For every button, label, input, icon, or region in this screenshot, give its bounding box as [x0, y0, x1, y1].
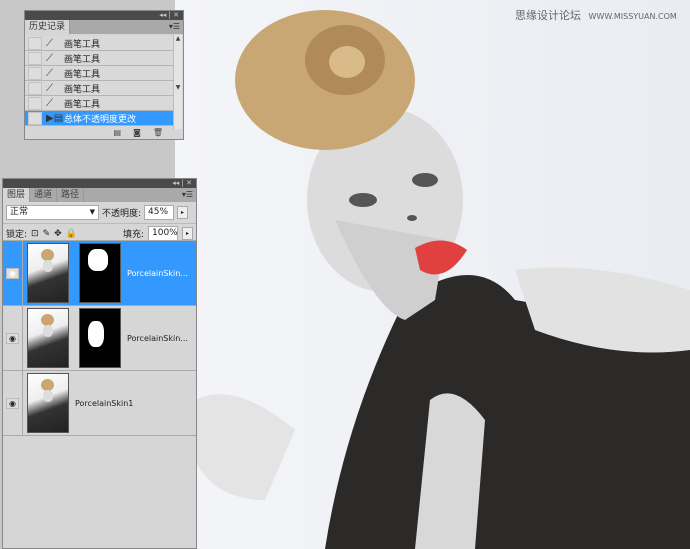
- lock-position-icon[interactable]: ✥: [54, 229, 62, 239]
- opacity-slider-button[interactable]: ▸: [177, 206, 189, 219]
- tab-layers[interactable]: 图层: [3, 188, 31, 202]
- history-panel: ◂◂ | ✕ 历史记录 ▾☰ ⟋ 画笔工具 ⟋ 画笔工具 ⟋ 画笔工具 ⟋ 画笔工具 ⟋ 画笔工具…: [24, 10, 184, 140]
- history-item[interactable]: ⟋ 画笔工具: [25, 81, 173, 96]
- opacity-label: 不透明度:: [102, 209, 142, 219]
- chevron-down-icon: ▼: [89, 208, 95, 216]
- layer-thumbnail: [27, 243, 69, 303]
- watermark-url: WWW.MISSYUAN.COM: [588, 12, 677, 21]
- history-state-icon: ▶▤: [46, 112, 64, 124]
- history-item-label: 画笔工具: [64, 99, 101, 110]
- eye-icon: ◉: [6, 267, 19, 279]
- history-item[interactable]: ⟋ 画笔工具: [25, 51, 173, 66]
- brush-icon: ⟋: [46, 97, 53, 109]
- panel-menu-icon[interactable]: ▾☰: [169, 20, 180, 34]
- layer-row[interactable]: ◉ PorcelainSkin1: [3, 370, 196, 436]
- lock-transparency-icon[interactable]: ⊡: [31, 229, 39, 239]
- tab-channels[interactable]: 通道: [30, 188, 58, 202]
- eye-icon: ◉: [6, 397, 19, 409]
- tab-history[interactable]: 历史记录: [25, 20, 71, 34]
- history-item-label: 画笔工具: [64, 84, 101, 95]
- watermark-cn: 思缘设计论坛: [515, 9, 581, 22]
- visibility-toggle[interactable]: ◉: [3, 305, 23, 371]
- fill-slider-button[interactable]: ▸: [182, 227, 193, 240]
- layer-mask-thumbnail[interactable]: [79, 308, 121, 368]
- layer-name: PorcelainSkin...: [127, 333, 188, 343]
- layer-row[interactable]: ◉ PorcelainSkin...: [3, 240, 196, 306]
- history-source-checkbox[interactable]: [28, 36, 42, 50]
- history-source-checkbox[interactable]: [28, 66, 42, 80]
- fill-input[interactable]: 100%: [148, 226, 178, 241]
- history-source-checkbox[interactable]: [28, 51, 42, 65]
- lock-all-icon[interactable]: 🔒: [66, 229, 77, 239]
- lock-label: 锁定:: [6, 230, 28, 240]
- layer-mask-thumbnail[interactable]: [79, 243, 121, 303]
- snapshot-icon[interactable]: ◙: [133, 128, 141, 137]
- brush-icon: ⟋: [46, 52, 53, 64]
- panel-titlebar[interactable]: ◂◂ | ✕: [3, 179, 196, 188]
- scrollbar[interactable]: ▲ ▼: [173, 35, 182, 129]
- trash-icon[interactable]: 🗑: [153, 128, 163, 137]
- brush-icon: ⟋: [46, 37, 53, 49]
- panel-menu-icon[interactable]: ▾☰: [182, 188, 193, 202]
- layers-panel: ◂◂ | ✕ 图层 通道 路径 ▾☰ 正常 ▼ 不透明度: 45% ▸ 锁定: ⊡…: [2, 178, 197, 549]
- history-item-label: 画笔工具: [64, 54, 101, 65]
- layer-list: ◉ PorcelainSkin... ◉ PorcelainSkin... ◉ Po…: [3, 240, 196, 548]
- tab-paths[interactable]: 路径: [57, 188, 85, 202]
- history-item[interactable]: ⟋ 画笔工具: [25, 96, 173, 111]
- opacity-input[interactable]: 45%: [144, 205, 175, 220]
- history-item-label: 画笔工具: [64, 69, 101, 80]
- lock-pixels-icon[interactable]: ✎: [43, 229, 51, 239]
- layer-name: PorcelainSkin...: [127, 268, 188, 278]
- history-item-label: 总体不透明度更改: [64, 114, 137, 125]
- history-item[interactable]: ⟋ 画笔工具: [25, 66, 173, 81]
- layer-row[interactable]: ◉ PorcelainSkin...: [3, 305, 196, 371]
- visibility-toggle[interactable]: ◉: [3, 370, 23, 436]
- layer-name: PorcelainSkin1: [75, 398, 134, 408]
- panel-titlebar[interactable]: ◂◂ | ✕: [25, 11, 183, 20]
- visibility-toggle[interactable]: ◉: [3, 240, 23, 306]
- history-source-checkbox[interactable]: [28, 96, 42, 110]
- history-list: ⟋ 画笔工具 ⟋ 画笔工具 ⟋ 画笔工具 ⟋ 画笔工具 ⟋ 画笔工具 ▶▤ 总体不透明度更改: [25, 36, 173, 126]
- watermark: 思缘设计论坛 WWW.MISSYUAN.COM: [515, 7, 677, 23]
- canvas-photo: [175, 0, 690, 549]
- brush-icon: ⟋: [46, 67, 53, 79]
- layer-thumbnail: [27, 373, 69, 433]
- blend-mode-value: 正常: [10, 207, 29, 217]
- history-item-label: 画笔工具: [64, 39, 101, 50]
- history-source-checkbox[interactable]: [28, 81, 42, 95]
- new-document-icon[interactable]: ▤: [114, 128, 122, 137]
- blend-mode-select[interactable]: 正常 ▼: [6, 205, 99, 220]
- eye-icon: ◉: [6, 332, 19, 344]
- brush-icon: ⟋: [46, 82, 53, 94]
- layer-thumbnail: [27, 308, 69, 368]
- history-source-checkbox[interactable]: [28, 111, 42, 125]
- history-item[interactable]: ▶▤ 总体不透明度更改: [25, 111, 173, 126]
- history-item[interactable]: ⟋ 画笔工具: [25, 36, 173, 51]
- fill-label: 填充:: [122, 230, 144, 240]
